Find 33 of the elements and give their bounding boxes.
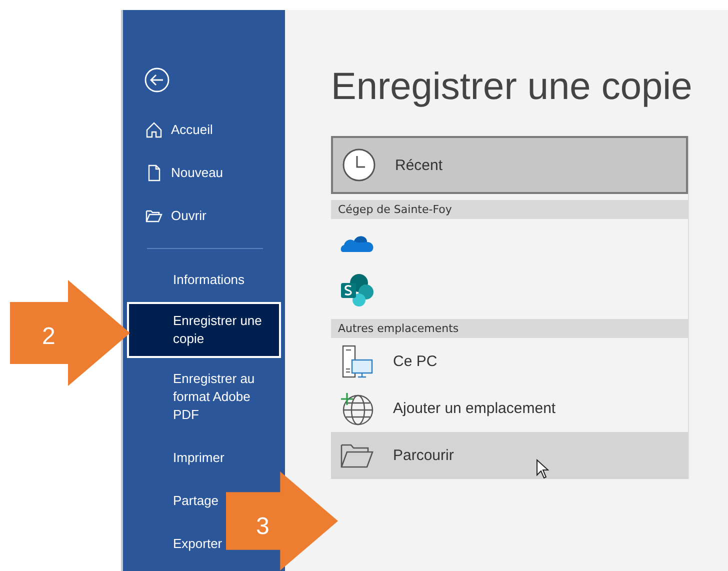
- location-label: Récent: [395, 156, 443, 174]
- sidebar-item[interactable]: Exporter: [171, 523, 224, 566]
- back-icon[interactable]: [144, 67, 170, 93]
- globe-add-icon: [340, 392, 374, 426]
- sharepoint-icon: [340, 272, 374, 306]
- location-label: Ajouter un emplacement: [393, 400, 556, 417]
- folder-icon: [340, 442, 374, 468]
- sidebar-item-label: Nouveau: [171, 164, 224, 182]
- location-label: Parcourir: [393, 447, 454, 464]
- mouse-cursor-icon: [536, 459, 549, 479]
- computer-icon: [340, 344, 374, 378]
- location-item[interactable]: Ce PC: [331, 338, 688, 385]
- section-header: Autres emplacements: [331, 319, 688, 338]
- sidebar-item[interactable]: Nouveau: [143, 152, 226, 195]
- sidebar-item[interactable]: Imprimer: [171, 437, 226, 480]
- page-title: Enregistrer une copie: [331, 66, 694, 109]
- location-item[interactable]: Récent: [331, 136, 688, 194]
- sidebar-item-label: Ouvrir: [171, 207, 206, 225]
- location-item[interactable]: Ajouter un emplacement: [331, 385, 688, 432]
- sidebar-item[interactable]: Informations: [171, 259, 247, 302]
- callout-number: 3: [256, 513, 270, 541]
- clock-icon: [342, 148, 376, 182]
- section-header: Cégep de Sainte-Foy: [331, 200, 688, 219]
- callout-number: 2: [42, 323, 56, 351]
- location-item[interactable]: Parcourir: [331, 432, 688, 479]
- location-label: Ce PC: [393, 353, 438, 370]
- sidebar-item[interactable]: Partage: [171, 480, 221, 523]
- sidebar-item[interactable]: Accueil: [143, 109, 215, 152]
- sidebar-item-label: Accueil: [171, 121, 213, 139]
- home-icon: [145, 121, 163, 139]
- sidebar-item[interactable]: Ouvrir: [143, 195, 208, 238]
- sidebar-item[interactable]: Enregistrer une copie: [127, 302, 281, 358]
- sidebar-item[interactable]: Enregistrer au format Adobe PDF: [171, 358, 271, 437]
